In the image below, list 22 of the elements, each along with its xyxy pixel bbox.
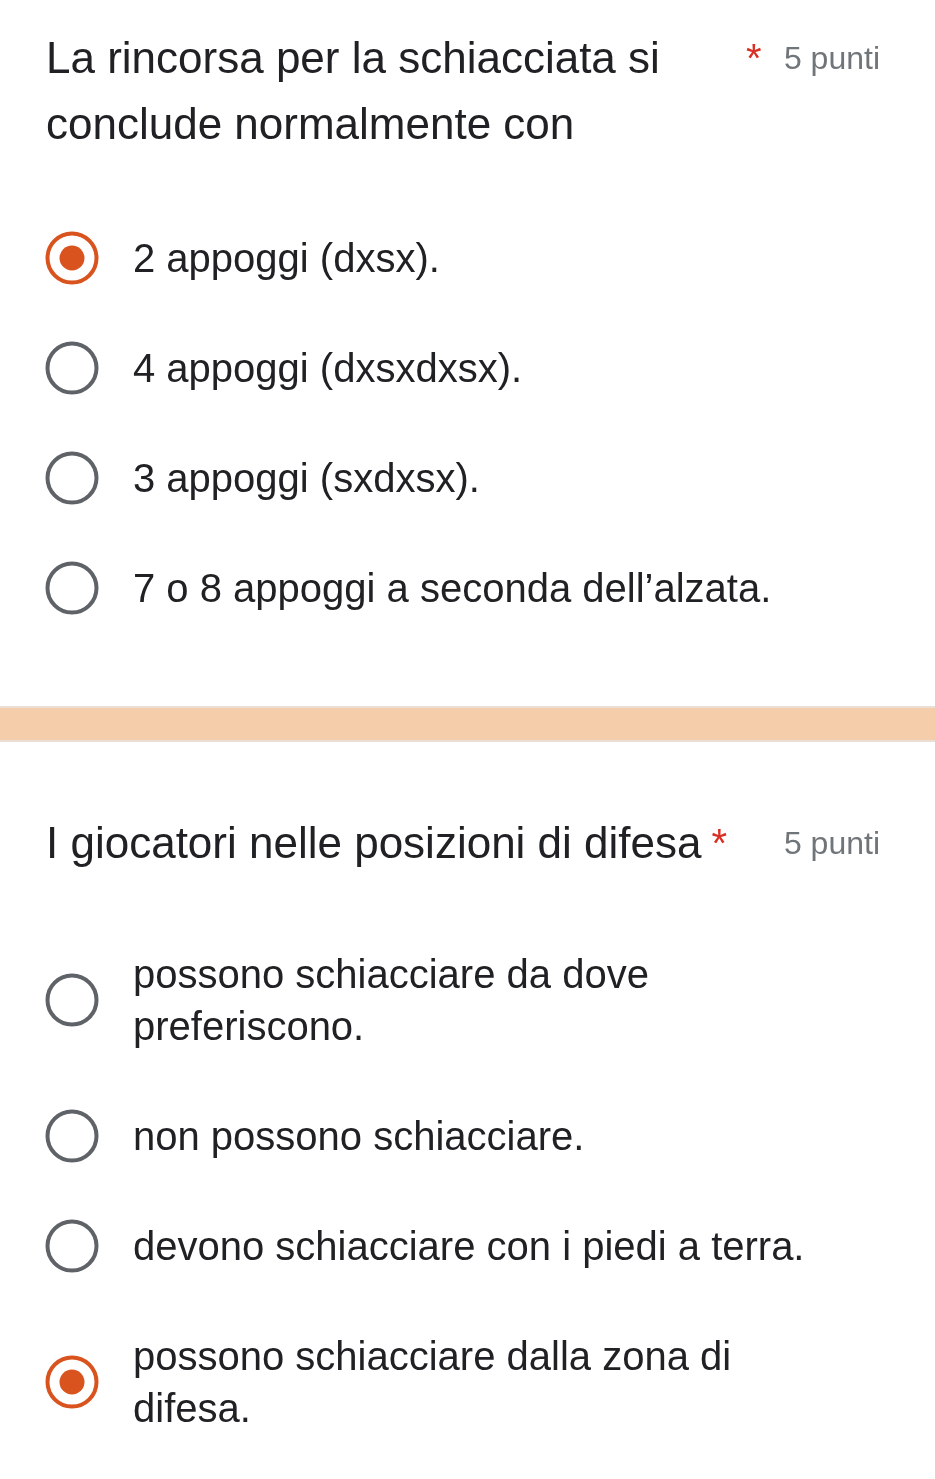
- points-label: 5 punti: [783, 824, 880, 863]
- option-label: possono schiacciare dalla zona di difesa.: [133, 1333, 733, 1432]
- question-title: La rincorsa per la schiacciata si conclude normalmente con: [46, 32, 661, 150]
- option-label: 3 appoggi (sxdxsx).: [133, 455, 480, 502]
- radio-button[interactable]: [45, 1355, 99, 1409]
- radio-button[interactable]: [45, 451, 99, 505]
- option-label: 2 appoggi (dxsx).: [133, 235, 440, 282]
- option-label: possono schiacciare da dove preferiscono.: [133, 951, 650, 1050]
- radio-button[interactable]: [45, 973, 99, 1027]
- radio-button[interactable]: [45, 231, 99, 285]
- option-label: devono schiacciare con i piedi a terra.: [133, 1223, 805, 1270]
- radio-button[interactable]: [45, 341, 99, 395]
- option-label: non possono schiacciare.: [133, 1113, 585, 1160]
- points-label: 5 punti: [783, 39, 880, 78]
- radio-button[interactable]: [45, 1109, 99, 1163]
- question-title: I giocatori nelle posizioni di difesa: [46, 817, 702, 869]
- option-label: 4 appoggi (dxsxdxsx).: [133, 345, 523, 392]
- required-asterisk: *: [746, 35, 762, 82]
- radio-button[interactable]: [45, 561, 99, 615]
- required-asterisk: *: [711, 820, 728, 867]
- option-label: 7 o 8 appoggi a seconda dell’alzata.: [133, 565, 772, 612]
- radio-button[interactable]: [45, 1219, 99, 1273]
